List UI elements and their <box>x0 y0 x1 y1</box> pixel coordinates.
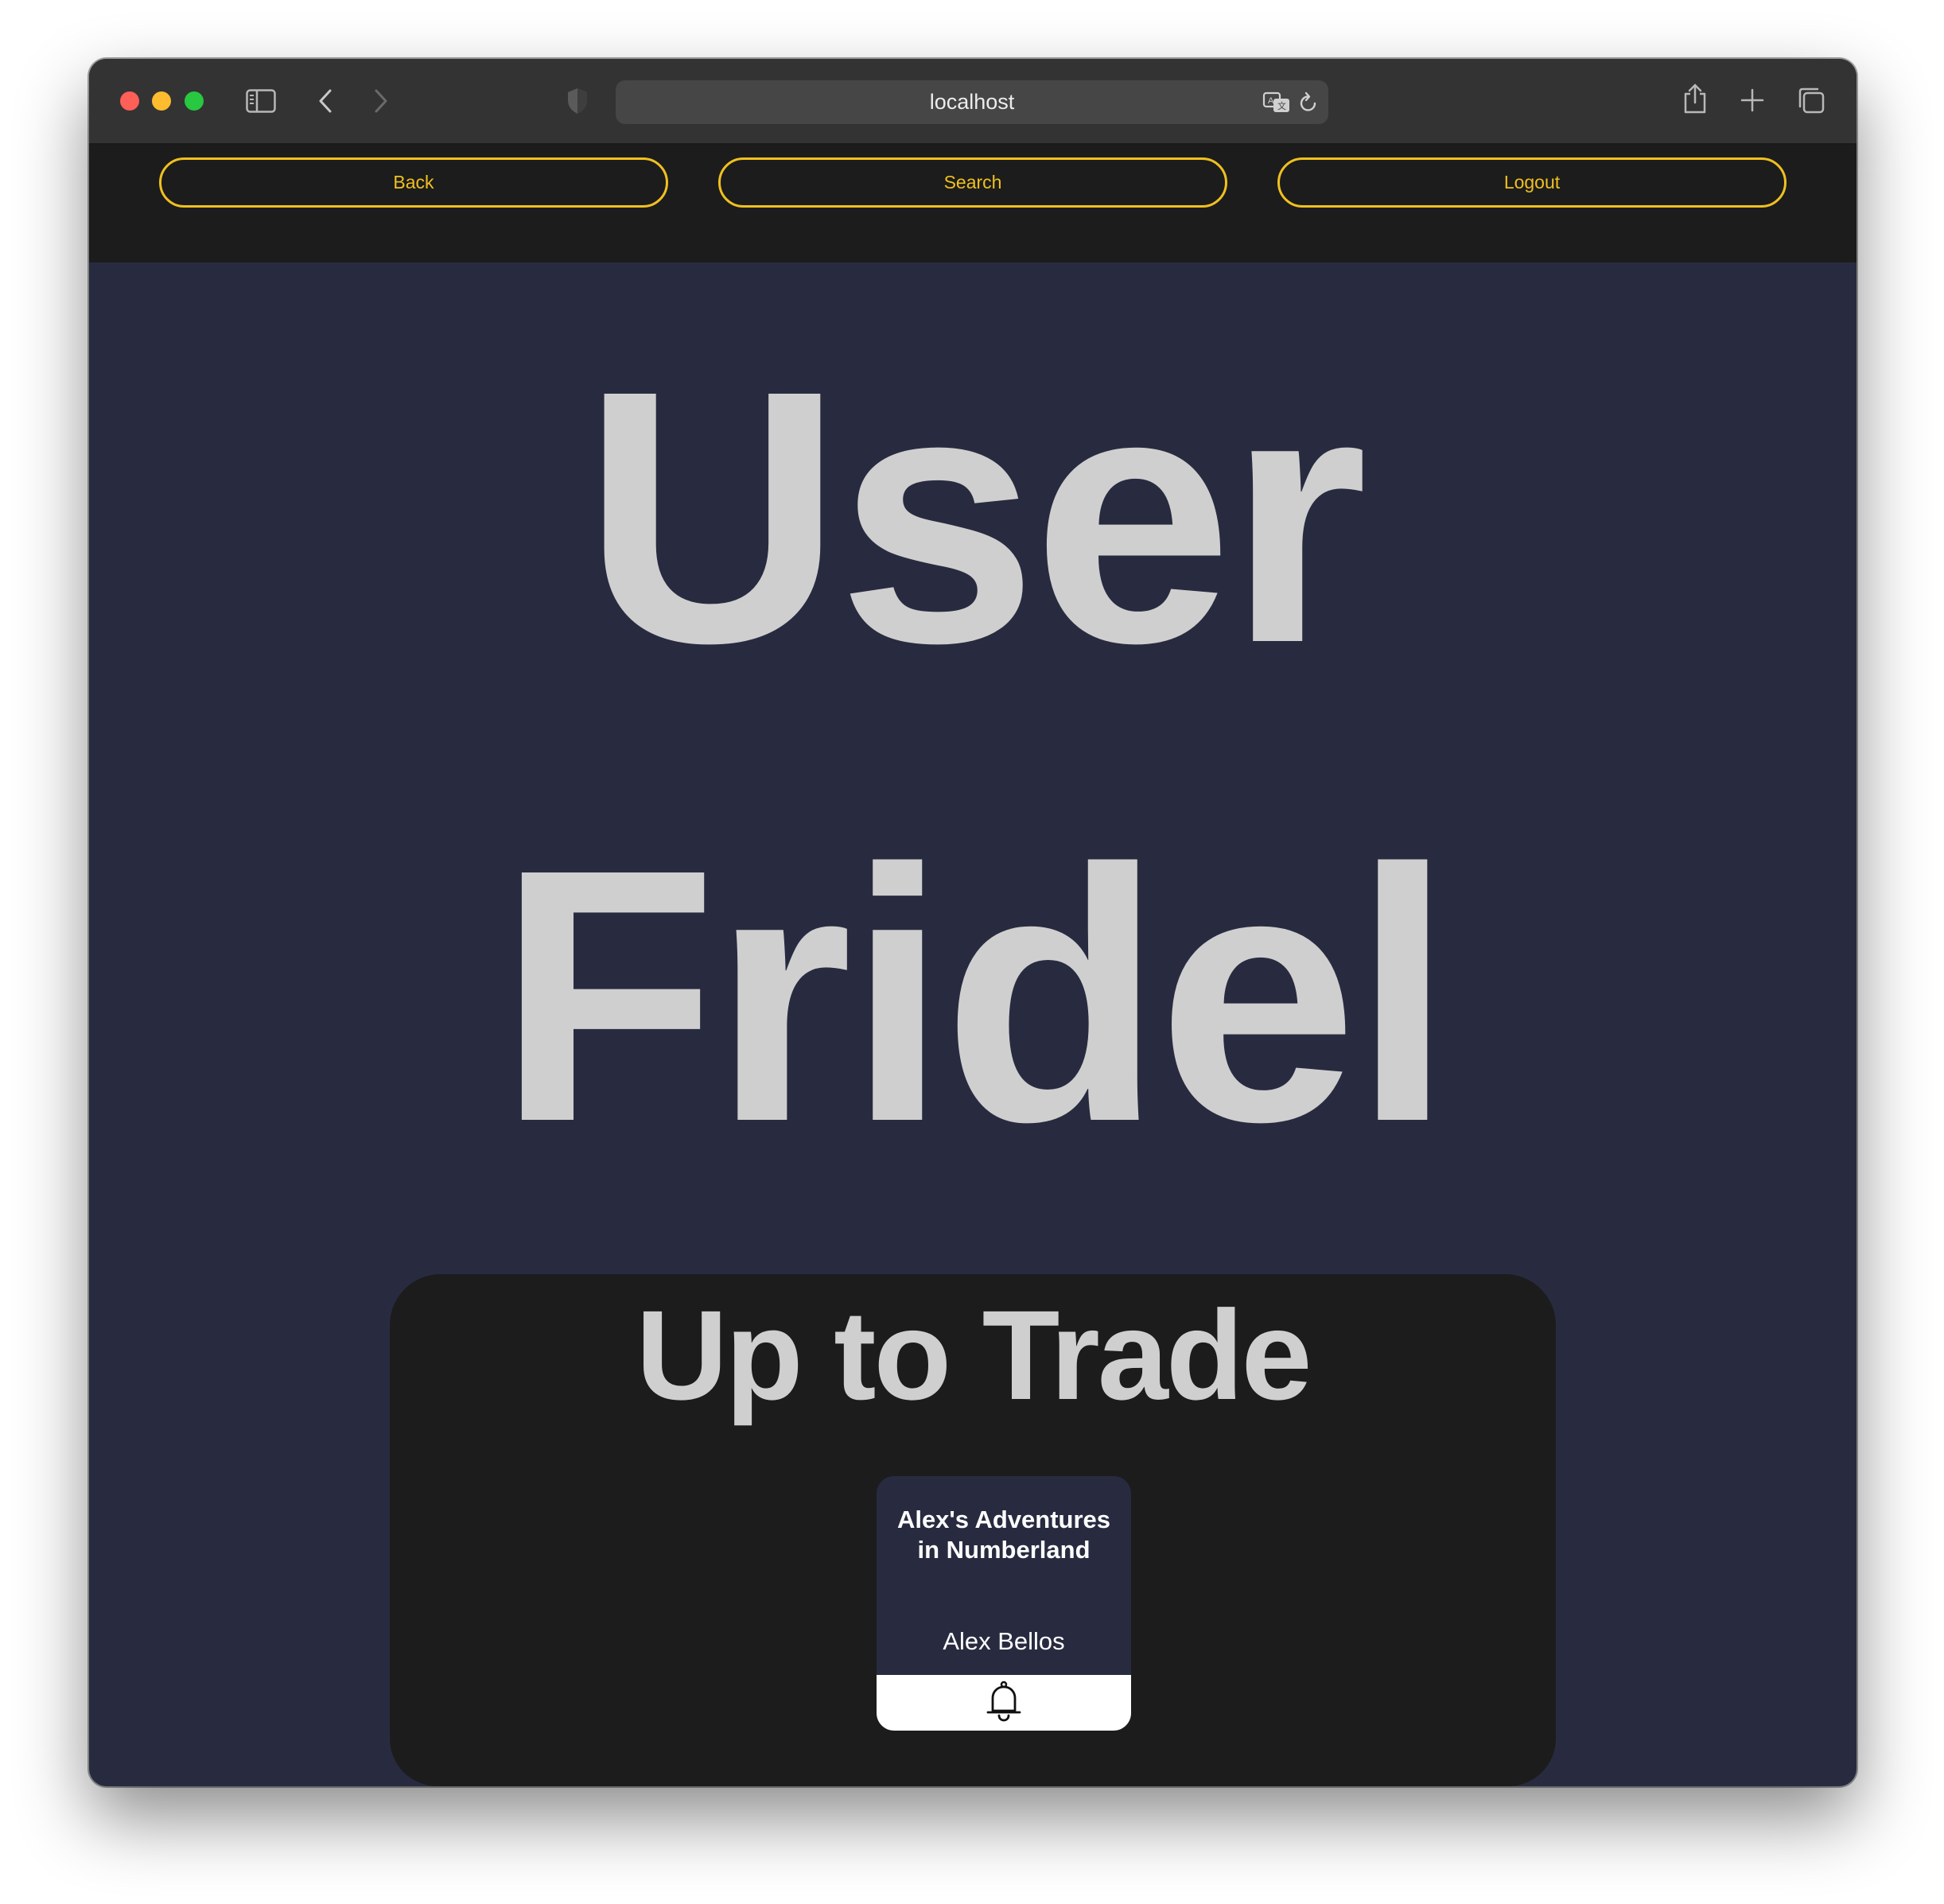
svg-text:A: A <box>1268 96 1274 106</box>
profile-username: Fridel <box>497 795 1453 1196</box>
share-icon[interactable] <box>1681 81 1709 116</box>
address-bar[interactable]: localhost A 文 <box>616 80 1328 124</box>
logout-button[interactable]: Logout <box>1277 157 1787 208</box>
book-title: Alex's Adventures in Numberland <box>896 1506 1111 1564</box>
chevron-left-icon[interactable] <box>313 87 337 115</box>
trade-panel: Up to Trade Alex's Adventures in Numberl… <box>390 1274 1556 1786</box>
new-tab-icon[interactable] <box>1738 86 1767 115</box>
browser-toolbar: localhost A 文 <box>89 59 1857 145</box>
minimize-window-button[interactable] <box>152 91 171 111</box>
reload-icon[interactable] <box>1297 90 1320 115</box>
chevron-right-icon[interactable] <box>369 87 393 115</box>
book-card[interactable]: Alex's Adventures in Numberland Alex Bel… <box>877 1476 1131 1731</box>
back-button[interactable]: Back <box>159 157 668 208</box>
privacy-shield-icon[interactable] <box>564 85 591 117</box>
profile-heading: User <box>582 316 1367 717</box>
svg-text:文: 文 <box>1277 100 1286 111</box>
browser-window: localhost A 文 Back Search Logout User Fr… <box>89 59 1857 1786</box>
url-text: localhost <box>929 90 1015 114</box>
app-navbar: Back Search Logout <box>89 145 1857 262</box>
close-window-button[interactable] <box>120 91 139 111</box>
trade-panel-title: Up to Trade <box>636 1284 1312 1426</box>
search-button[interactable]: Search <box>718 157 1227 208</box>
tab-overview-icon[interactable] <box>1796 85 1826 115</box>
translate-icon[interactable]: A 文 <box>1262 89 1293 116</box>
book-author: Alex Bellos <box>943 1627 1065 1655</box>
zoom-window-button[interactable] <box>185 91 204 111</box>
book-notify-button[interactable] <box>877 1675 1131 1731</box>
sidebar-toggle-icon[interactable] <box>245 87 277 115</box>
bell-icon <box>986 1681 1022 1726</box>
